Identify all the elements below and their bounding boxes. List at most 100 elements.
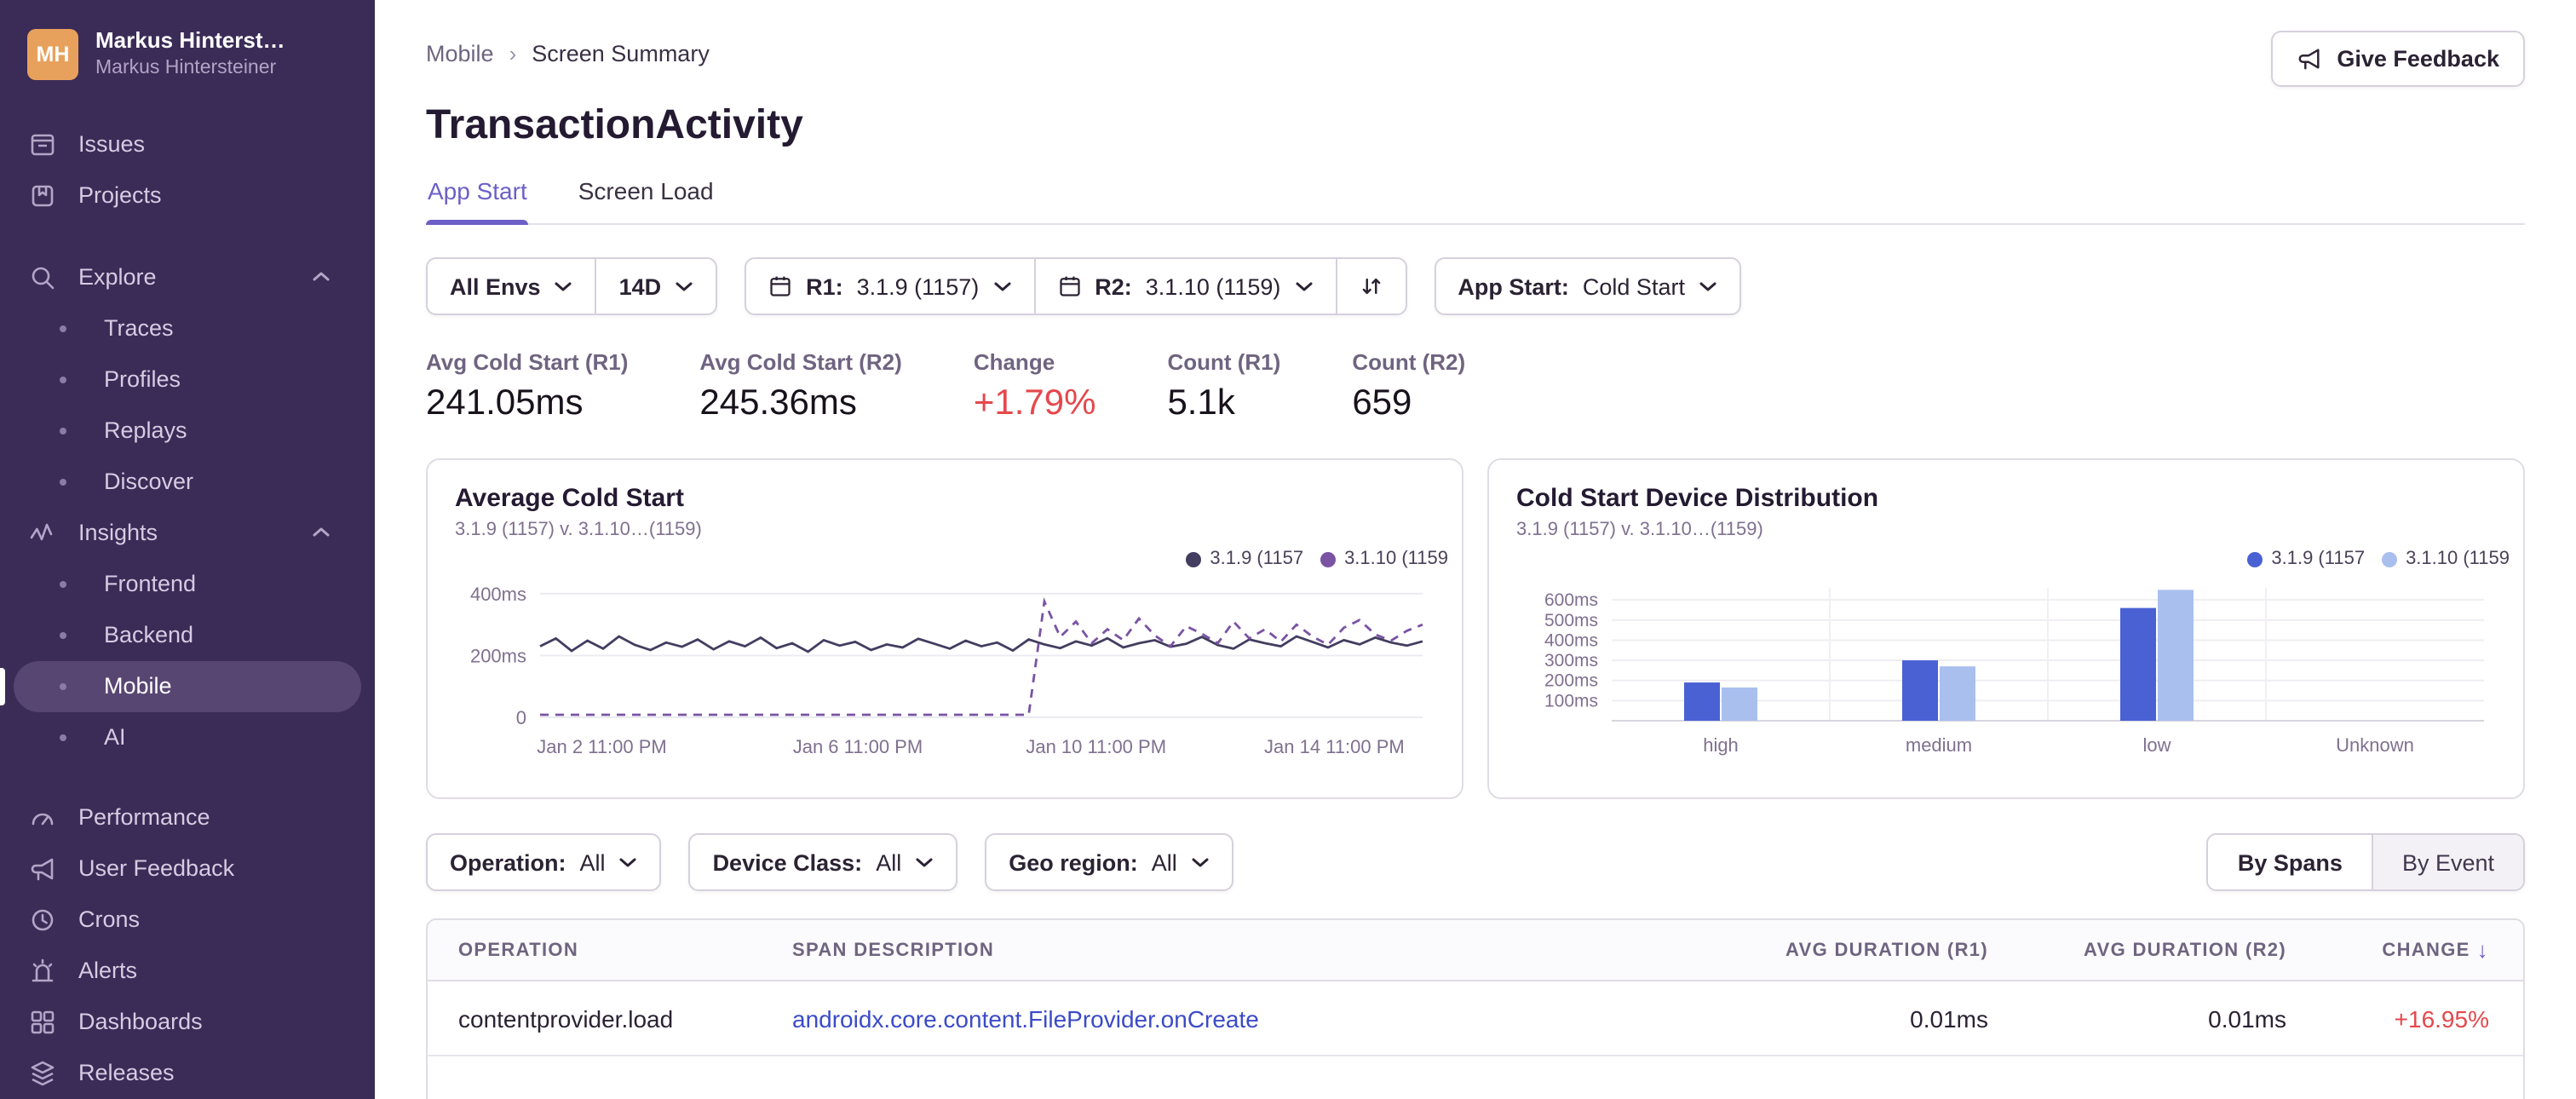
release-1-label: R1: <box>806 273 843 299</box>
svg-text:Unknown: Unknown <box>2336 734 2414 756</box>
megaphone-icon <box>2296 46 2321 72</box>
breadcrumb-separator-icon: › <box>509 41 517 66</box>
sidebar-item-label: Frontend <box>104 571 197 597</box>
sidebar-item-dashboards[interactable]: Dashboards <box>0 997 375 1048</box>
active-item-indicator <box>0 667 5 705</box>
env-period-group: All Envs 14D <box>426 257 718 315</box>
sidebar-item-releases[interactable]: Releases <box>0 1048 375 1099</box>
breadcrumb-parent[interactable]: Mobile <box>426 41 494 66</box>
sidebar-item-label: Mobile <box>104 673 172 699</box>
device-class-filter-label: Device Class: <box>712 849 863 875</box>
stat-avg-cold-start-r1: Avg Cold Start (R1) 241.05ms <box>426 349 628 424</box>
column-header-operation[interactable]: OPERATION <box>458 940 792 960</box>
span-description-link[interactable]: androidx.core.content.FileProvider.onCre… <box>792 1004 1690 1032</box>
svg-text:500ms: 500ms <box>1544 611 1598 630</box>
svg-text:Jan 2 11:00 PM: Jan 2 11:00 PM <box>537 736 666 757</box>
by-event-toggle[interactable]: By Event <box>2372 835 2523 889</box>
sidebar-item-crons[interactable]: Crons <box>0 895 375 946</box>
bullet-dot <box>60 580 66 588</box>
user-menu[interactable]: MH Markus Hinterst… Markus Hintersteiner <box>0 27 375 82</box>
sidebar-item-label: Releases <box>78 1060 175 1086</box>
sidebar-item-backend[interactable]: Backend <box>0 610 375 661</box>
sidebar-item-performance[interactable]: Performance <box>0 792 375 843</box>
column-header-change[interactable]: CHANGE ↓ <box>2286 937 2489 963</box>
environment-filter-label: All Envs <box>450 273 541 299</box>
column-header-avg-duration-r1[interactable]: AVG DURATION (R1) <box>1690 940 1988 960</box>
column-header-change-label: CHANGE <box>2382 940 2470 960</box>
svg-text:Jan 6 11:00 PM: Jan 6 11:00 PM <box>793 736 923 757</box>
sidebar-item-user-feedback[interactable]: User Feedback <box>0 843 375 895</box>
chart-legend: 3.1.9 (1157 3.1.10 (1159 <box>2247 549 2510 569</box>
tab-screen-load[interactable]: Screen Load <box>577 177 716 223</box>
release-2-label: R2: <box>1095 273 1132 299</box>
sidebar: MH Markus Hinterst… Markus Hintersteiner… <box>0 0 375 1099</box>
sidebar-item-insights[interactable]: Insights <box>0 508 375 559</box>
svg-text:high: high <box>1703 734 1739 756</box>
release-2-selector[interactable]: R2: 3.1.10 (1159) <box>1033 259 1335 314</box>
sidebar-item-alerts[interactable]: Alerts <box>0 946 375 997</box>
svg-text:400ms: 400ms <box>1544 630 1598 650</box>
operation-filter-button[interactable]: Operation: All <box>428 835 660 889</box>
stat-value: 245.36ms <box>699 383 857 423</box>
release-2-value: 3.1.10 (1159) <box>1145 273 1281 299</box>
chevron-down-icon <box>619 856 638 868</box>
tab-app-start[interactable]: App Start <box>426 177 529 225</box>
chart-title: Average Cold Start <box>455 484 684 513</box>
grid-icon <box>29 1009 56 1036</box>
svg-text:600ms: 600ms <box>1544 590 1598 610</box>
sidebar-item-issues[interactable]: Issues <box>0 119 375 170</box>
app-start-type-selector[interactable]: App Start: Cold Start <box>1435 259 1739 314</box>
sidebar-item-mobile[interactable]: Mobile <box>0 660 361 712</box>
geo-region-filter-group: Geo region: All <box>985 833 1233 891</box>
swap-releases-button[interactable] <box>1335 259 1405 314</box>
bullet-dot <box>60 325 66 332</box>
app-start-type-group: App Start: Cold Start <box>1434 257 1741 315</box>
legend-dot <box>2382 551 2398 567</box>
chevron-down-icon <box>675 280 693 292</box>
cell-avg-duration-r1: 0.01ms <box>1910 1004 1988 1032</box>
sidebar-item-label: Performance <box>78 804 210 831</box>
sidebar-item-profiles[interactable]: Profiles <box>0 354 375 406</box>
device-class-filter-button[interactable]: Device Class: All <box>691 835 957 889</box>
chart-subtitle: 3.1.9 (1157) v. 3.1.10…(1159) <box>1516 520 1763 540</box>
app-window: MH Markus Hinterst… Markus Hintersteiner… <box>0 0 2576 1099</box>
svg-text:400ms: 400ms <box>470 584 526 605</box>
sidebar-item-explore[interactable]: Explore <box>0 252 375 303</box>
sidebar-item-projects[interactable]: Projects <box>0 170 375 222</box>
stats-row: Avg Cold Start (R1) 241.05ms Avg Cold St… <box>426 349 2525 424</box>
geo-region-filter-button[interactable]: Geo region: All <box>986 835 1232 889</box>
siren-icon <box>29 958 56 985</box>
column-header-avg-duration-r2[interactable]: AVG DURATION (R2) <box>1988 940 2286 960</box>
date-range-button[interactable]: 14D <box>595 259 716 314</box>
sidebar-item-ai[interactable]: AI <box>0 712 375 763</box>
stat-count-r2: Count (R2) 659 <box>1352 349 1465 424</box>
legend-label: 3.1.9 (1157 <box>2271 549 2366 569</box>
sidebar-item-frontend[interactable]: Frontend <box>0 559 375 610</box>
svg-text:300ms: 300ms <box>1544 651 1598 670</box>
user-subtitle: Markus Hintersteiner <box>95 57 277 78</box>
chevron-down-icon <box>555 280 573 292</box>
filter-bar: All Envs 14D R1: 3.1.9 (1157) R2: 3.1.10… <box>426 257 2525 315</box>
sidebar-item-traces[interactable]: Traces <box>0 303 375 354</box>
legend-dot <box>1320 551 1337 567</box>
chevron-down-icon <box>1699 280 1717 292</box>
svg-text:medium: medium <box>1906 734 1972 756</box>
environment-filter-button[interactable]: All Envs <box>428 259 595 314</box>
svg-text:Jan 14 11:00 PM: Jan 14 11:00 PM <box>1264 736 1405 757</box>
release-1-selector[interactable]: R1: 3.1.9 (1157) <box>746 259 1033 314</box>
sidebar-item-discover[interactable]: Discover <box>0 457 375 508</box>
swap-icon <box>1359 274 1383 298</box>
legend-item: 3.1.10 (1159 <box>1320 549 1448 569</box>
spans-table: OPERATION SPAN DESCRIPTION AVG DURATION … <box>426 918 2525 1099</box>
svg-text:200ms: 200ms <box>1544 671 1598 691</box>
by-spans-toggle[interactable]: By Spans <box>2208 835 2373 889</box>
stat-avg-cold-start-r2: Avg Cold Start (R2) 245.36ms <box>699 349 901 424</box>
stat-value: 5.1k <box>1167 383 1235 423</box>
page-title: TransactionActivity <box>426 102 803 148</box>
cell-operation: contentprovider.load <box>458 1004 674 1032</box>
column-header-span-description[interactable]: SPAN DESCRIPTION <box>792 940 1690 960</box>
insights-icon <box>29 520 56 547</box>
sidebar-item-replays[interactable]: Replays <box>0 406 375 457</box>
give-feedback-button[interactable]: Give Feedback <box>2270 31 2525 87</box>
chevron-down-icon <box>1191 856 1210 868</box>
